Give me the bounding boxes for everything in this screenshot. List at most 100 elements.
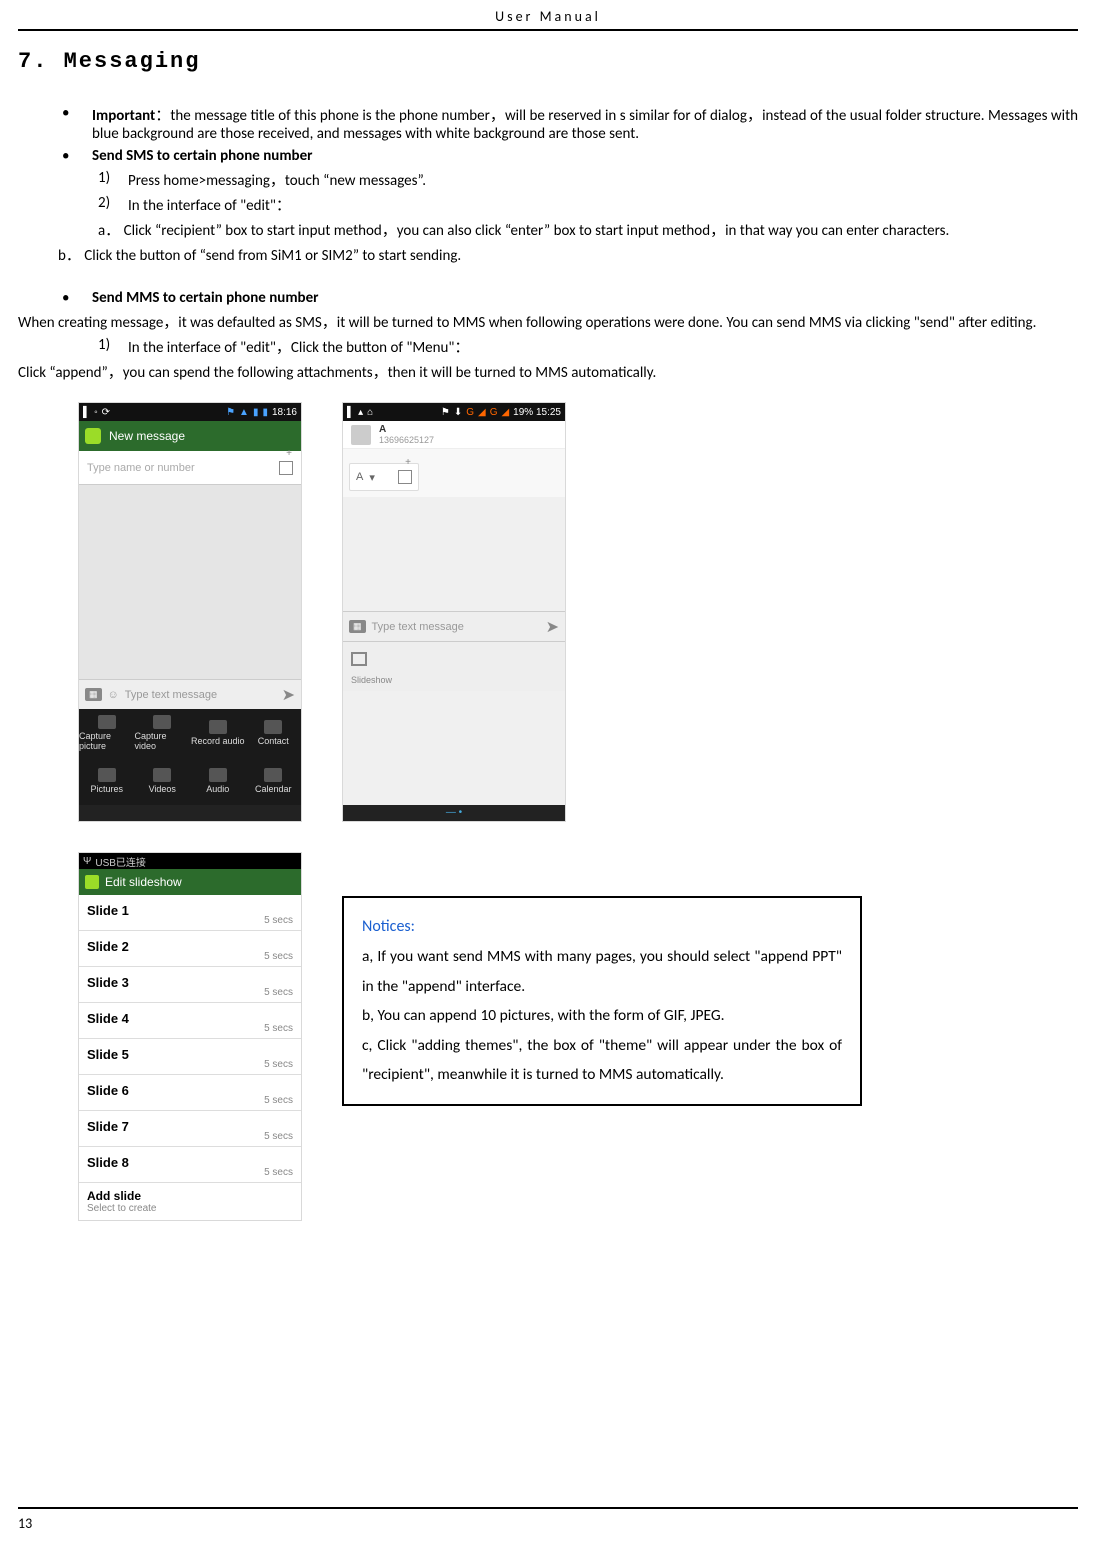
bullet-send-sms: • Send SMS to certain phone number (58, 147, 1078, 165)
signal-icon: ▌ (347, 407, 354, 418)
attach-contact[interactable]: Contact (246, 709, 302, 757)
slide-item[interactable]: Slide 15 secs (79, 895, 301, 931)
chip-label: A (356, 471, 363, 483)
status-right: ⚑▲▮▮18:16 (226, 407, 297, 418)
slideshow-row[interactable] (343, 641, 565, 675)
num: 1) (98, 169, 128, 190)
slide-item[interactable]: Slide 5 5 secs (79, 1039, 301, 1075)
message-area (79, 485, 301, 679)
batt-icon: ▮ (262, 407, 268, 418)
time: 18:16 (272, 407, 297, 418)
attach-pictures[interactable]: Pictures (79, 757, 135, 805)
slideshow-icon (351, 652, 367, 666)
slides-list: Slide 15 secsSlide 25 secsSlide 35 secsS… (79, 895, 301, 1183)
slide-label: Slide 1 (87, 903, 129, 918)
nav-bar (79, 805, 301, 821)
status-left-icons: ▌ ▴ ⌂ (347, 407, 373, 418)
status-left-icons: ▌◦⟳ (83, 407, 110, 418)
signal-icon: ▌ (83, 407, 90, 418)
slide-label: Slide 6 (87, 1083, 129, 1098)
bars-icon: ◢ (501, 407, 509, 418)
slide-label: Slide 5 (87, 1047, 129, 1062)
add-contact-icon[interactable] (398, 470, 412, 484)
attach-label: Videos (149, 784, 176, 794)
attach-audio[interactable]: Audio (190, 757, 246, 805)
contact-number: 13696625127 (379, 435, 434, 445)
bullet-dot: • (58, 147, 92, 165)
step-text: In the interface of "edit"： (128, 194, 291, 215)
slide-duration: 5 secs (264, 1059, 293, 1070)
recipient-placeholder: Type name or number (87, 462, 195, 474)
usb-bar: Ψ USB已连接 (79, 853, 301, 869)
attach-toggle-icon[interactable]: ▦ (349, 620, 366, 633)
mms-click: Click “append”，you can spend the followi… (18, 361, 1078, 382)
wifi-icon: ◦ (94, 407, 98, 418)
slide-item[interactable]: Slide 75 secs (79, 1111, 301, 1147)
contact-header: A 13696625127 (343, 421, 565, 449)
send-icon[interactable]: ➤ (282, 685, 295, 705)
attach-videos[interactable]: Videos (135, 757, 191, 805)
bullet-list2: • Send MMS to certain phone number (58, 289, 1078, 307)
bt-icon: ⚑ (226, 407, 235, 418)
usb-text: USB已连接 (95, 854, 146, 869)
message-icon (85, 428, 101, 444)
attach-toggle-icon[interactable]: ▦ (85, 688, 102, 701)
icon: ▴ (358, 407, 363, 418)
attach-label: Contact (258, 736, 289, 746)
app-bar: Edit slideshow (79, 869, 301, 895)
page: User Manual 7. Messaging • Important：the… (0, 0, 1096, 1552)
attach-label: Pictures (90, 784, 123, 794)
contact-icon (264, 720, 282, 734)
attach-record-audio[interactable]: Record audio (190, 709, 246, 757)
emoji-icon[interactable]: ☺ (108, 689, 119, 701)
slide-duration: 5 secs (264, 1023, 293, 1034)
attach-calendar[interactable]: Calendar (246, 757, 302, 805)
slide-item[interactable]: Slide 85 secs (79, 1147, 301, 1183)
sms-a: a． Click “recipient” box to start input … (58, 219, 1078, 240)
bullet-important: • Important：the message title of this ph… (58, 104, 1078, 143)
contact-name: A (379, 424, 434, 435)
slide-item[interactable]: Slide 65 secs (79, 1075, 301, 1111)
contact-info: A 13696625127 (379, 424, 434, 445)
attach-label: Audio (206, 784, 229, 794)
g-icon: G (466, 407, 474, 418)
slide-item[interactable]: Slide 25 secs (79, 931, 301, 967)
add-contact-icon[interactable] (279, 461, 293, 475)
page-number: 13 (18, 1515, 32, 1532)
recipient-input[interactable]: Type name or number (79, 451, 301, 485)
compose-placeholder: Type text message (372, 621, 540, 633)
header-rule (18, 29, 1078, 31)
slide-label: Slide 7 (87, 1119, 129, 1134)
icon: ⌂ (367, 407, 373, 418)
sms-steps: 1)Press home>messaging，touch “new messag… (98, 169, 1078, 215)
compose-row[interactable]: ▦ Type text message ➤ (343, 611, 565, 641)
sms-step-1: 1)Press home>messaging，touch “new messag… (98, 169, 1078, 190)
slide-label: Slide 2 (87, 939, 129, 954)
sms-a-text: a． Click “recipient” box to start input … (58, 222, 949, 240)
send-icon[interactable]: ➤ (546, 617, 559, 637)
slide-duration: 5 secs (264, 987, 293, 998)
chevron-down-icon: ▾ (369, 471, 375, 484)
slide-item[interactable]: Slide 4 5 secs (79, 1003, 301, 1039)
message-icon (85, 875, 99, 889)
attach-capture-picture[interactable]: Capture picture (79, 709, 135, 757)
attach-capture-video[interactable]: Capture video (135, 709, 191, 757)
slide-item[interactable]: Slide 35 secs (79, 967, 301, 1003)
section-heading: 7. Messaging (18, 49, 1078, 74)
add-slide[interactable]: Add slide Select to create (79, 1183, 301, 1220)
send-mms-label: Send MMS to certain phone number (92, 289, 318, 307)
calendar-icon (264, 768, 282, 782)
bars-icon: ▮ (253, 407, 259, 418)
bullet-send-mms: • Send MMS to certain phone number (58, 289, 1078, 307)
recipient-chip[interactable]: A ▾ (349, 463, 419, 491)
usb-icon: Ψ (83, 856, 91, 867)
sms-b: b． Click the button of “send from SiM1 o… (58, 244, 1078, 265)
videos-icon (153, 768, 171, 782)
notice-c: c, Click "adding themes", the box of "th… (362, 1031, 842, 1090)
attach-label: Capture video (135, 731, 191, 751)
screenshot-conversation: ▌▴⌂ ⚑⬇G◢G◢19% 15:25 A 13696625127 A ▾ ▦ … (342, 402, 566, 822)
bullet-dot: • (58, 104, 92, 143)
nav-bar: — • (343, 805, 565, 821)
slide-label: Slide 4 (87, 1011, 129, 1026)
compose-row[interactable]: ▦ ☺ Type text message ➤ (79, 679, 301, 709)
